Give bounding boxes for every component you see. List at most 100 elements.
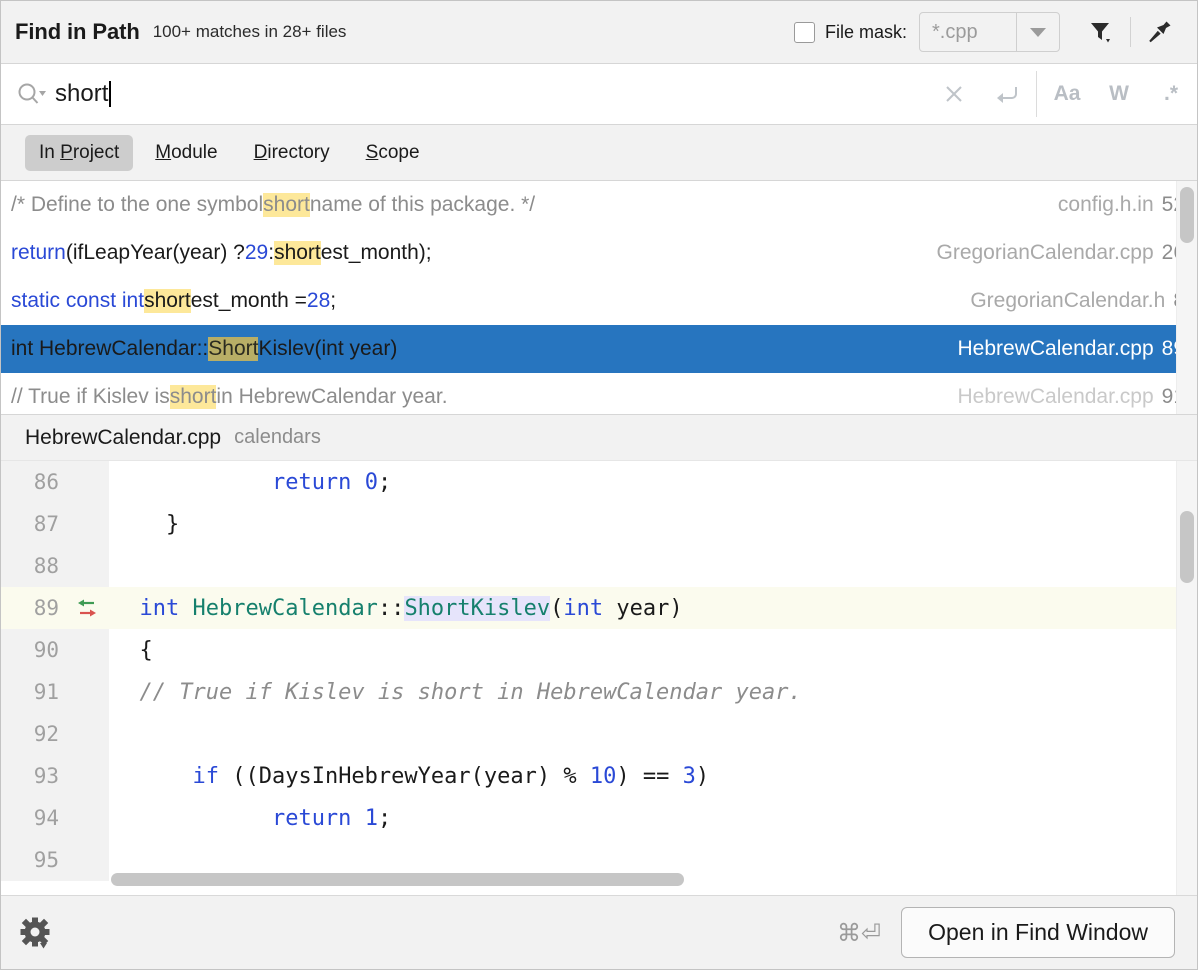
code-line: 93 if ((DaysInHebrewYear(year) % 10) == … [1,755,1177,797]
dialog-footer: ⌘⏎ Open in Find Window [1,895,1197,969]
gutter-marker-slot [64,797,109,839]
code-line-text: return 0; [109,470,391,495]
code-token [113,596,140,621]
result-snippet: // True if Kislev is short in HebrewCale… [11,385,448,409]
open-in-find-window-button[interactable]: Open in Find Window [901,907,1175,958]
code-token [113,470,272,495]
code-token: ) == [616,764,682,789]
search-input[interactable]: short [55,80,111,108]
code-token: year) [603,596,682,621]
scope-tabs: In ProjectModuleDirectoryScope [1,125,1197,181]
tab-scope[interactable]: Scope [352,135,434,171]
gutter-marker-slot [64,839,109,881]
code-token: ((DaysInHebrewYear(year) % [219,764,590,789]
match-summary: 100+ matches in 28+ files [153,22,347,42]
whole-words-toggle[interactable]: W [1093,64,1145,124]
settings-button[interactable] [19,916,53,950]
new-line-button[interactable] [980,64,1032,124]
code-line-text: } [109,512,179,537]
preview-scrollbar-track[interactable] [1176,461,1197,895]
search-input-value: short [55,80,108,108]
snippet-part: ; [330,289,336,313]
result-file-name: HebrewCalendar.cpp [958,337,1154,361]
preview-horizontal-scrollbar[interactable] [111,873,684,886]
code-token [179,596,192,621]
code-token: if [192,764,219,789]
line-number: 95 [1,839,64,881]
result-row[interactable]: static const int shortest_month = 28;Gre… [1,277,1197,325]
search-history-button[interactable] [1,81,55,107]
snippet-part: 29 [245,241,268,265]
regex-toggle[interactable]: .* [1145,64,1197,124]
line-number: 93 [1,755,64,797]
result-row[interactable]: // True if Kislev is short in HebrewCale… [1,373,1197,414]
tab-directory[interactable]: Directory [240,135,344,171]
code-line: 91 // True if Kislev is short in HebrewC… [1,671,1177,713]
clear-search-button[interactable] [928,64,980,124]
pin-button[interactable] [1137,9,1183,55]
code-token: return [272,806,351,831]
preview-pane[interactable]: 86 return 0;87 }8889 int HebrewCalendar:… [1,460,1197,895]
result-row[interactable]: return (ifLeapYear(year) ? 29 : shortest… [1,229,1197,277]
file-mask-label: File mask: [825,22,907,43]
snippet-part: name of this package. */ [310,193,535,217]
code-line: 88 [1,545,1177,587]
code-token: return [272,470,351,495]
gutter-marker-slot [64,755,109,797]
snippet-part: Kislev(int year) [258,337,397,361]
results-list[interactable]: /* Define to the one symbol short name o… [1,181,1197,414]
tab-mnemonic: P [60,142,73,163]
results-scrollbar-track[interactable] [1176,181,1197,414]
preview-scrollbar-thumb[interactable] [1180,511,1194,583]
code-token: ( [550,596,563,621]
code-line: 92 [1,713,1177,755]
code-viewer[interactable]: 86 return 0;87 }8889 int HebrewCalendar:… [1,461,1177,895]
code-token: // True if Kislev is short in HebrewCale… [113,680,802,705]
close-icon [942,82,966,106]
result-snippet: return (ifLeapYear(year) ? 29 : shortest… [11,241,432,265]
chevron-down-icon [1030,28,1046,37]
file-mask-dropdown-button[interactable] [1016,13,1059,51]
result-location: config.h.in52 [1034,193,1185,217]
result-row[interactable]: /* Define to the one symbol short name o… [1,181,1197,229]
code-line: 86 return 0; [1,461,1177,503]
result-file-name: GregorianCalendar.h [970,289,1165,313]
code-token: int [140,596,180,621]
code-token: HebrewCalendar [193,596,378,621]
snippet-part: static const int [11,289,144,313]
code-token: ; [378,806,391,831]
filter-button[interactable] [1078,9,1124,55]
tab-module[interactable]: Module [141,135,231,171]
code-line-text: int HebrewCalendar::ShortKislev(int year… [109,596,683,621]
match-highlight: Short [208,337,258,361]
code-token: { [113,638,153,663]
tab-in-project[interactable]: In Project [25,135,133,171]
result-row[interactable]: int HebrewCalendar::ShortKislev(int year… [1,325,1197,373]
new-line-icon [992,82,1020,106]
implementing-method-arrows-icon[interactable] [64,587,109,629]
code-line: 87 } [1,503,1177,545]
code-token [351,470,364,495]
file-mask-value[interactable]: *.cpp [920,13,1016,51]
match-highlight: short [274,241,321,265]
search-actions-divider [1036,71,1037,117]
code-match-highlight: ShortKislev [404,596,550,621]
line-number: 90 [1,629,64,671]
result-location: HebrewCalendar.cpp91 [934,385,1185,409]
code-token: ; [378,470,391,495]
code-token: } [113,512,179,537]
search-row: short Aa W .* [1,63,1197,125]
snippet-part: return [11,241,66,265]
code-line-text: return 1; [109,806,391,831]
file-mask-checkbox[interactable] [794,22,815,43]
match-case-toggle[interactable]: Aa [1041,64,1093,124]
results-scrollbar-thumb[interactable] [1180,187,1194,243]
snippet-part: int HebrewCalendar:: [11,337,208,361]
gutter-marker-slot [64,713,109,755]
file-mask-combo[interactable]: *.cpp [919,12,1060,52]
preview-header: HebrewCalendar.cpp calendars [1,414,1197,460]
code-line-text: { [109,638,153,663]
filter-icon [1088,19,1114,45]
tab-mnemonic: S [366,142,379,163]
snippet-part: 28 [307,289,330,313]
